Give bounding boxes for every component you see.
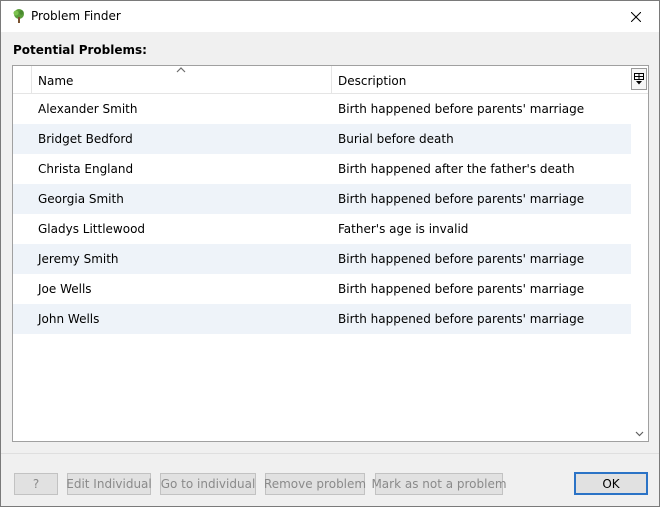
cell-name: Bridget Bedford: [38, 132, 133, 146]
remove-problem-button[interactable]: Remove problem: [264, 473, 366, 495]
table-row[interactable]: John Wells Birth happened before parents…: [13, 304, 632, 334]
table-row[interactable]: Gladys Littlewood Father's age is invali…: [13, 214, 632, 244]
cell-description: Burial before death: [338, 132, 454, 146]
sort-ascending-icon: [176, 67, 186, 73]
cell-description: Birth happened before parents' marriage: [338, 282, 585, 296]
vertical-scrollbar[interactable]: [631, 94, 648, 441]
cell-name: Alexander Smith: [38, 102, 138, 116]
cell-description: Birth happened before parents' marriage: [338, 192, 585, 206]
cell-name: Joe Wells: [38, 282, 92, 296]
problem-finder-window: Problem Finder Potential Problems: Name …: [0, 0, 660, 507]
column-chooser-button[interactable]: [631, 68, 647, 90]
mark-not-problem-button[interactable]: Mark as not a problem: [371, 473, 507, 495]
cell-description: Birth happened after the father's death: [338, 162, 575, 176]
column-header-name-label: Name: [38, 74, 74, 88]
table-row[interactable]: Georgia Smith Birth happened before pare…: [13, 184, 632, 214]
column-header-description[interactable]: Description: [332, 66, 628, 93]
tree-icon: [11, 8, 27, 24]
cell-name: Georgia Smith: [38, 192, 124, 206]
potential-problems-label: Potential Problems:: [13, 43, 147, 57]
ok-button[interactable]: OK: [574, 472, 648, 495]
title-bar: Problem Finder: [1, 1, 659, 32]
go-to-individual-button[interactable]: Go to individual: [160, 473, 256, 495]
column-header-description-label: Description: [338, 74, 407, 88]
problems-grid[interactable]: Name Description Alexander Smith Birth h…: [12, 65, 649, 442]
scroll-down-arrow-icon[interactable]: [635, 431, 644, 437]
column-chooser-icon: [634, 73, 644, 85]
table-row[interactable]: Christa England Birth happened after the…: [13, 154, 632, 184]
cell-description: Father's age is invalid: [338, 222, 469, 236]
close-icon: [631, 11, 641, 22]
grid-header: Name Description: [13, 66, 648, 94]
window-title: Problem Finder: [31, 9, 121, 23]
cell-name: Christa England: [38, 162, 134, 176]
cell-description: Birth happened before parents' marriage: [338, 312, 585, 326]
table-row[interactable]: Bridget Bedford Burial before death: [13, 124, 632, 154]
dialog-footer: ? Edit Individual Go to individual Remov…: [1, 453, 659, 506]
cell-name: Gladys Littlewood: [38, 222, 146, 236]
column-header-name[interactable]: Name: [32, 66, 332, 93]
edit-individual-button[interactable]: Edit Individual: [66, 473, 152, 495]
row-selector-header: [13, 66, 32, 93]
table-row[interactable]: Jeremy Smith Birth happened before paren…: [13, 244, 632, 274]
table-row[interactable]: Joe Wells Birth happened before parents'…: [13, 274, 632, 304]
cell-name: Jeremy Smith: [38, 252, 119, 266]
table-row[interactable]: Alexander Smith Birth happened before pa…: [13, 94, 632, 124]
cell-description: Birth happened before parents' marriage: [338, 102, 585, 116]
cell-description: Birth happened before parents' marriage: [338, 252, 585, 266]
grid-rows: Alexander Smith Birth happened before pa…: [13, 94, 632, 334]
help-button[interactable]: ?: [14, 473, 58, 495]
cell-name: John Wells: [38, 312, 100, 326]
close-button[interactable]: [613, 1, 659, 32]
